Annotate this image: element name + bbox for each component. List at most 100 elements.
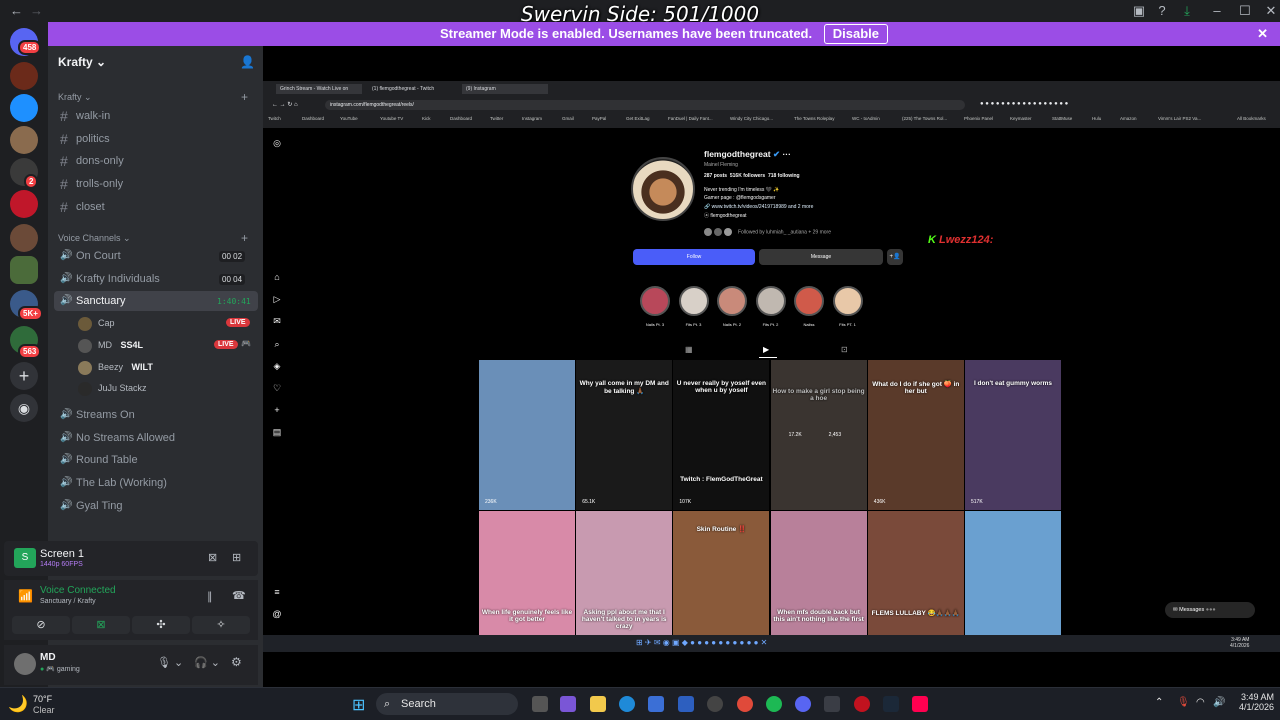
invite-people-icon[interactable]: 👤 (240, 55, 255, 69)
voice-member[interactable]: Cap (78, 313, 115, 333)
reel-thumbnail[interactable]: Skin Routine ‼️ (673, 511, 770, 635)
microphone-icon[interactable]: 🎙 ⌄ (157, 656, 183, 669)
channel-closet[interactable]: # closet (54, 197, 258, 217)
browser-nav-icons[interactable]: ← → ↻ ⌂ (272, 101, 298, 108)
bookmark-item[interactable]: Gmail (562, 116, 574, 121)
bookmark-item[interactable]: Windy City Chicago... (730, 116, 773, 121)
popout-icon[interactable]: ⊞ (232, 551, 241, 564)
category-text[interactable]: Krafty ⌄ (58, 92, 92, 103)
bookmark-item[interactable]: Instagram (522, 116, 542, 121)
voice-member[interactable]: JuJu Stackz (78, 378, 147, 398)
bookmark-item[interactable]: FanDuel | Daily Fant... (668, 116, 713, 121)
bookmark-item[interactable]: Phoenix Panel (964, 116, 993, 121)
server-icon[interactable] (10, 94, 38, 122)
story-highlight[interactable] (717, 286, 747, 316)
disconnect-icon[interactable]: ☎ (232, 589, 246, 602)
add-server-icon[interactable]: + (10, 362, 38, 390)
instagram-logo-icon[interactable]: ◎ (272, 138, 282, 148)
profile-avatar[interactable] (631, 157, 695, 221)
browser-tab[interactable]: (1) flemgodthegreat - Twitch (368, 84, 454, 94)
reel-thumbnail[interactable]: FLEMS LULLABY 😂🙏🏾🙏🏾🙏🏾 (867, 511, 964, 635)
followers-count[interactable]: 516K followers (730, 173, 765, 179)
voice-channel-gyal-ting[interactable]: 🔊 Gyal Ting (54, 496, 258, 516)
tray-chevron-icon[interactable]: ⌃ (1155, 697, 1163, 708)
edge-icon[interactable] (619, 696, 635, 712)
outlook-icon[interactable] (678, 696, 694, 712)
reel-thumbnail[interactable]: How to make a girl stop being a hoe 17.2K… (770, 360, 867, 510)
tray-wifi-icon[interactable]: ◠ (1196, 697, 1205, 708)
reel-thumbnail[interactable]: Why yall come in my DM and be talking 🙏🏾… (576, 360, 673, 510)
server-icon[interactable] (10, 62, 38, 90)
all-bookmarks[interactable]: All Bookmarks (1237, 116, 1266, 121)
weather-desc[interactable]: Clear (33, 705, 55, 715)
screen-share-button[interactable]: ⊠ (72, 616, 130, 634)
voice-status[interactable]: Voice Connected (40, 585, 116, 596)
bookmark-item[interactable]: Twitch (268, 116, 281, 121)
bookmark-item[interactable]: Dashboard (450, 116, 472, 121)
voice-member[interactable]: Beezy WILT (78, 357, 153, 377)
camera-off-button[interactable]: ⊘ (12, 616, 70, 634)
server-icon-krafty[interactable] (10, 256, 38, 284)
reel-thumbnail[interactable] (965, 511, 1061, 635)
obs-icon[interactable] (707, 696, 723, 712)
browser-tab-active[interactable]: (9) Instagram (462, 84, 548, 94)
bookmark-item[interactable]: Amazon (1120, 116, 1137, 121)
address-bar[interactable]: instagram.com/flemgodthegreat/reels/ (325, 100, 965, 110)
tray-mic-icon[interactable]: 🎙 (1177, 697, 1190, 708)
signal-icon[interactable]: 📶 (18, 589, 33, 603)
story-highlight[interactable] (755, 286, 786, 316)
message-button[interactable]: Message (759, 249, 883, 265)
channel-politics[interactable]: # politics (54, 129, 258, 149)
bookmark-item[interactable]: Twitter (490, 116, 503, 121)
stop-stream-icon[interactable]: ⊠ (208, 551, 217, 564)
story-highlight[interactable] (794, 286, 824, 316)
bookmark-item[interactable]: PayPal (592, 116, 606, 121)
file-explorer-icon[interactable] (590, 696, 606, 712)
close-banner-icon[interactable]: ✕ (1257, 22, 1268, 46)
tray-volume-icon[interactable]: 🔊 (1213, 697, 1225, 708)
settings-gear-icon[interactable]: ⚙ (231, 655, 242, 669)
voice-channel-the-lab[interactable]: 🔊 The Lab (Working) (54, 473, 258, 493)
voice-location[interactable]: Sanctuary / Krafty (40, 598, 96, 605)
bookmark-item[interactable]: Get ExitLag (626, 116, 650, 121)
threads-icon[interactable]: @ (272, 609, 282, 619)
discover-icon[interactable]: ◉ (10, 394, 38, 422)
copilot-icon[interactable] (560, 696, 576, 712)
suggest-user-icon[interactable]: +👤 (887, 249, 903, 265)
bookmark-item[interactable]: Keymaster (1010, 116, 1032, 121)
bookmark-item[interactable]: The Towns Roleplay (794, 116, 834, 121)
voice-channel-round-table[interactable]: 🔊 Round Table (54, 450, 258, 470)
server-icon[interactable] (10, 190, 38, 218)
story-highlight[interactable] (678, 286, 709, 316)
home-icon[interactable]: ⌂ (272, 272, 282, 282)
bookmark-item[interactable]: Hulu (1092, 116, 1101, 121)
messages-button[interactable]: ✉ Messages ●●● (1165, 602, 1255, 618)
threads-handle[interactable]: ⓐ flemgodthegreat (704, 212, 747, 219)
tagged-tab-icon[interactable]: ⊡ (841, 345, 848, 354)
category-voice[interactable]: Voice Channels ⌄ (58, 233, 131, 244)
weather-temp[interactable]: 70°F (33, 694, 52, 704)
followed-by[interactable]: Followed by luhmiah_ _autiana + 29 more (704, 228, 831, 236)
posts-grid-tab-icon[interactable]: ▦ (685, 345, 693, 354)
task-view-icon[interactable] (532, 696, 548, 712)
menu-icon[interactable]: ≡ (272, 587, 282, 597)
chrome-icon[interactable] (737, 696, 753, 712)
bookmark-item[interactable]: StattMuse (1052, 116, 1072, 121)
spotify-icon[interactable] (766, 696, 782, 712)
reels-icon[interactable]: ▷ (272, 294, 282, 304)
search-icon[interactable]: ⌕ (272, 339, 282, 349)
server-icon[interactable] (10, 224, 38, 252)
voice-member[interactable]: MD SS4L (78, 335, 143, 355)
bio-link[interactable]: 🔗 www.twitch.tv/videos/2419718989 and 2 … (704, 204, 813, 210)
taskbar-clock[interactable]: 3:49 AM 4/1/2026 (1230, 692, 1274, 712)
headphones-icon[interactable]: 🎧 ⌄ (194, 656, 220, 669)
channel-walk-in[interactable]: # walk-in (54, 106, 258, 126)
voice-channel-no-streams[interactable]: 🔊 No Streams Allowed (54, 428, 258, 448)
xbox-icon[interactable] (824, 696, 840, 712)
dashboard-icon[interactable]: ▤ (272, 427, 282, 437)
guild-name[interactable]: Krafty ⌄ (58, 55, 106, 69)
following-count[interactable]: 718 following (768, 173, 800, 179)
explore-icon[interactable]: ◈ (272, 361, 282, 371)
bookmark-item[interactable]: YouTube (340, 116, 358, 121)
weather-icon[interactable]: 🌙 (8, 694, 28, 714)
